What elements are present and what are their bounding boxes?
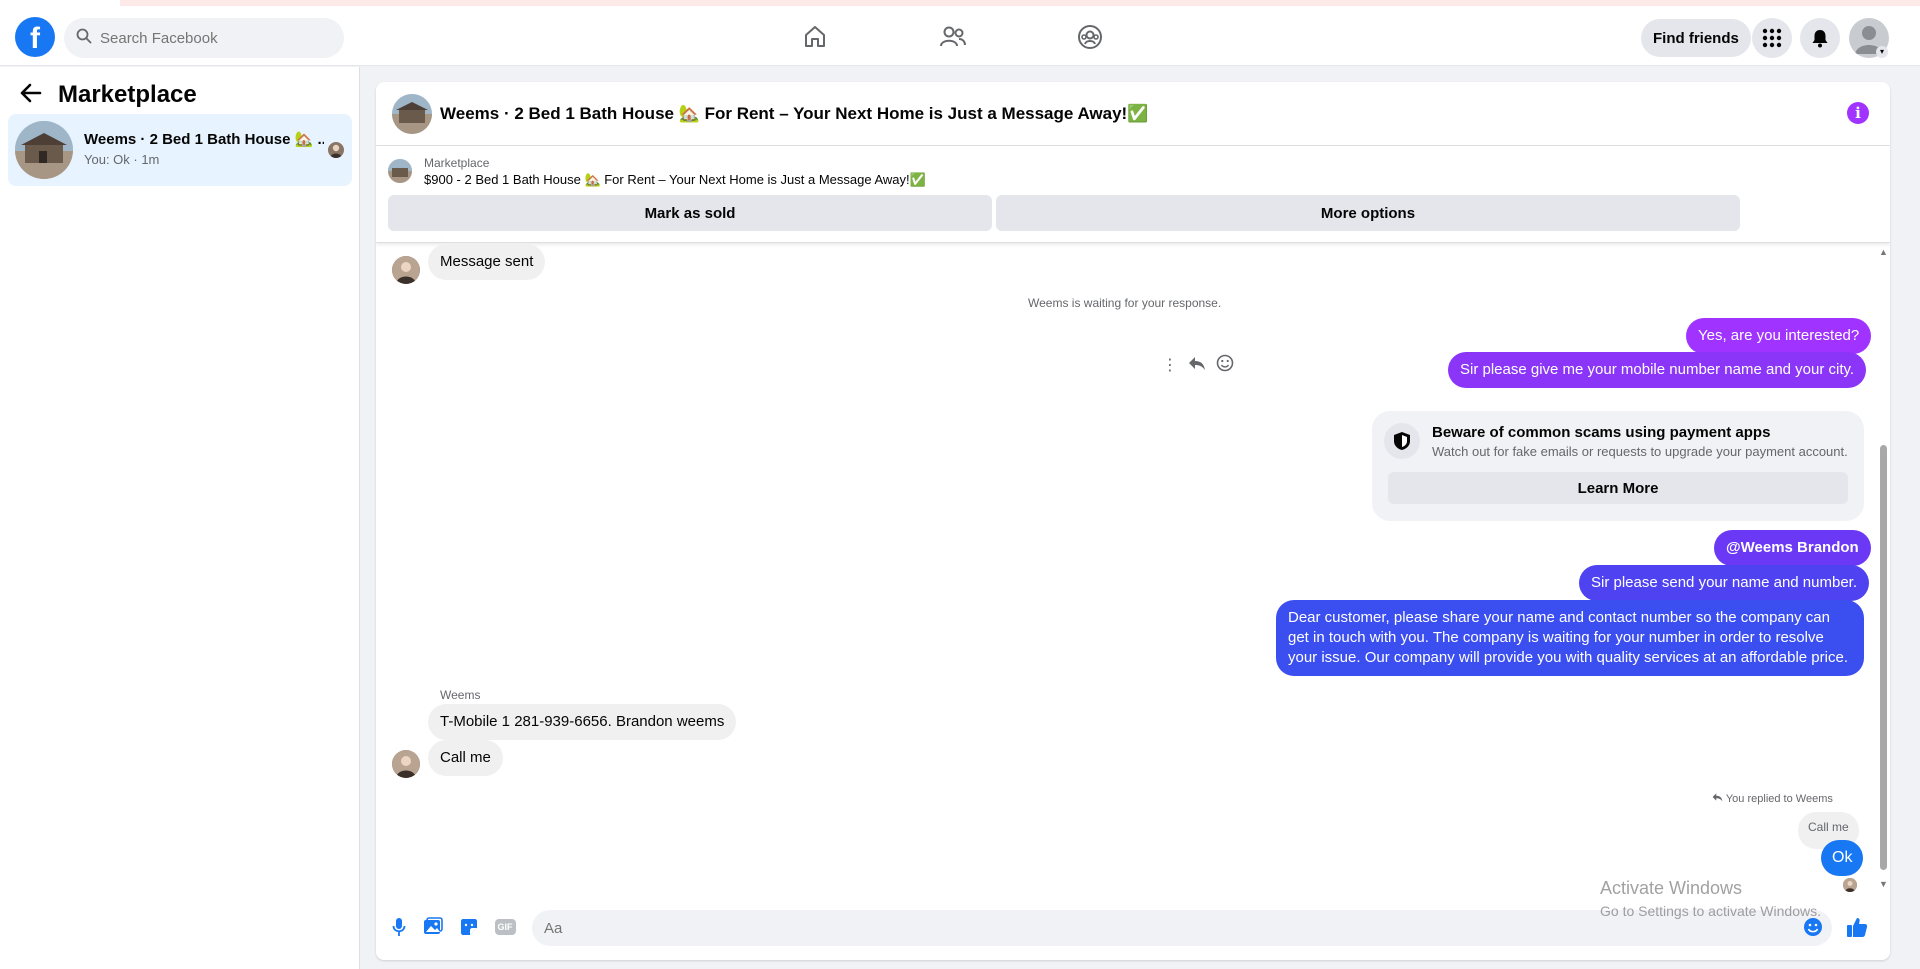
reply-small-icon <box>1712 793 1726 805</box>
microphone-icon[interactable] <box>388 916 410 938</box>
message-scrollbar[interactable]: ▲ ▼ <box>1877 245 1889 893</box>
message-bubble-outgoing-long[interactable]: Dear customer, please share your name an… <box>1276 600 1864 676</box>
bell-icon[interactable] <box>1800 18 1840 58</box>
marketplace-sidebar: Marketplace Weems · 2 Bed 1 Bath House 🏡… <box>0 67 360 969</box>
friends-icon[interactable] <box>936 20 970 54</box>
listing-banner: Marketplace $900 - 2 Bed 1 Bath House 🏡 … <box>376 147 1890 243</box>
message-bubble-mention[interactable]: @Weems Brandon <box>1714 530 1871 566</box>
chevron-down-icon[interactable]: ▾ <box>1876 46 1888 58</box>
listing-kind-label: Marketplace <box>424 156 490 170</box>
chat-header: Weems · 2 Bed 1 Bath House 🏡 For Rent – … <box>376 82 1890 146</box>
back-arrow-icon[interactable] <box>20 83 42 108</box>
replied-label: You replied to Weems <box>1712 792 1833 805</box>
message-bubble-outgoing[interactable]: Sir please give me your mobile number na… <box>1448 352 1867 388</box>
message-composer: GIF <box>376 894 1890 960</box>
scroll-up-arrow-icon[interactable]: ▲ <box>1879 247 1888 257</box>
scroll-down-arrow-icon[interactable]: ▼ <box>1879 879 1888 889</box>
sidebar-header: Marketplace <box>20 81 197 109</box>
thumbs-up-icon[interactable] <box>1846 916 1868 938</box>
scam-warning-card: Beware of common scams using payment app… <box>1372 411 1864 521</box>
read-receipt-avatar <box>328 142 344 158</box>
waiting-notice: Weems is waiting for your response. <box>1028 296 1222 310</box>
gif-label: GIF <box>494 919 516 935</box>
search-input[interactable] <box>100 29 320 47</box>
groups-icon[interactable] <box>1073 20 1107 54</box>
conversation-preview: You: Ok · 1m <box>84 152 160 167</box>
message-bubble-outgoing[interactable]: Yes, are you interested? <box>1686 318 1872 354</box>
search-icon <box>76 28 92 49</box>
search-box[interactable] <box>64 18 344 58</box>
message-bubble-outgoing[interactable]: Sir please send your name and number. <box>1579 565 1869 601</box>
listing-small-thumbnail[interactable] <box>388 159 412 183</box>
chat-listing-avatar[interactable] <box>392 94 432 134</box>
message-bubble-ok[interactable]: Ok <box>1821 840 1864 876</box>
info-icon[interactable]: i <box>1847 102 1869 124</box>
emoji-icon[interactable] <box>1802 916 1824 938</box>
scam-warning-subtitle: Watch out for fake emails or requests to… <box>1432 444 1848 459</box>
listing-price-title[interactable]: $900 - 2 Bed 1 Bath House 🏡 For Rent – Y… <box>424 172 926 188</box>
message-hover-actions: ⋮ <box>1162 354 1234 377</box>
message-bubble-incoming[interactable]: Message sent <box>428 244 546 280</box>
menu-grid-icon[interactable] <box>1752 18 1792 58</box>
seen-avatar <box>1843 878 1857 892</box>
sender-avatar <box>392 750 420 778</box>
message-bubble-incoming[interactable]: Call me <box>428 740 503 776</box>
message-thread: Message sent Weems is waiting for your r… <box>376 244 1890 894</box>
listing-thumbnail <box>15 121 73 179</box>
mark-as-sold-button[interactable]: Mark as sold <box>388 195 992 231</box>
reply-icon[interactable] <box>1188 355 1206 376</box>
top-notification-strip <box>120 0 1920 6</box>
scrollbar-thumb[interactable] <box>1880 445 1887 870</box>
scam-warning-title: Beware of common scams using payment app… <box>1432 424 1771 441</box>
facebook-logo[interactable]: f <box>15 17 55 57</box>
react-emoji-icon[interactable] <box>1216 354 1234 377</box>
gif-icon[interactable]: GIF <box>494 916 516 938</box>
sticker-icon[interactable] <box>458 916 480 938</box>
message-input[interactable] <box>532 910 1832 946</box>
conversation-item[interactable]: Weems · 2 Bed 1 Bath House 🏡 ... You: Ok… <box>8 114 352 186</box>
replied-label-text: You replied to Weems <box>1725 793 1833 805</box>
more-options-button[interactable]: More options <box>996 195 1740 231</box>
top-navigation-bar: f Find friends ▾ <box>0 0 1920 66</box>
shield-icon <box>1384 423 1420 459</box>
photo-icon[interactable] <box>422 916 444 938</box>
chat-panel: Weems · 2 Bed 1 Bath House 🏡 For Rent – … <box>376 82 1890 960</box>
sender-avatar <box>392 256 420 284</box>
find-friends-button[interactable]: Find friends <box>1641 19 1751 57</box>
learn-more-button[interactable]: Learn More <box>1388 472 1848 504</box>
more-vertical-icon[interactable]: ⋮ <box>1162 357 1178 374</box>
home-icon[interactable] <box>798 20 832 54</box>
conversation-title: Weems · 2 Bed 1 Bath House 🏡 ... <box>84 131 324 148</box>
chat-title[interactable]: Weems · 2 Bed 1 Bath House 🏡 For Rent – … <box>440 104 1148 124</box>
message-bubble-incoming[interactable]: T-Mobile 1 281-939-6656. Brandon weems <box>428 704 737 740</box>
sender-name-label: Weems <box>440 688 481 702</box>
sidebar-title: Marketplace <box>58 81 197 108</box>
